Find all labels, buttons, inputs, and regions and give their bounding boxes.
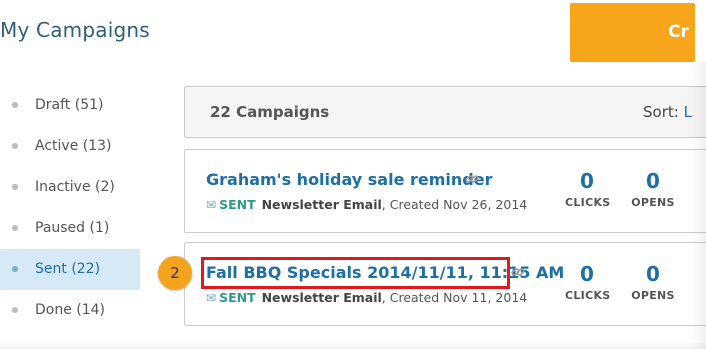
clicks-count: 0 xyxy=(580,169,594,193)
campaign-meta: ✉ SENT Newsletter Email, Created Nov 11, 2… xyxy=(206,290,527,305)
sidebar-item-inactive[interactable]: Inactive (2) xyxy=(0,167,140,208)
status-badge: SENT xyxy=(219,197,256,212)
sidebar-item-label: Done (14) xyxy=(35,302,106,318)
sidebar-item-done[interactable]: Done (14) xyxy=(0,290,140,331)
envelope-icon: ✉ xyxy=(206,198,217,212)
opens-label: OPENS xyxy=(631,196,675,209)
list-header: 22 Campaigns Sort: L xyxy=(184,86,706,138)
opens-stat[interactable]: 0 OPENS xyxy=(629,263,677,302)
highlight-box xyxy=(201,257,510,289)
sidebar-item-sent[interactable]: Sent (22) xyxy=(0,249,140,290)
sidebar-item-label: Active (13) xyxy=(35,138,112,154)
campaign-title-link[interactable]: Graham's holiday sale reminder xyxy=(206,170,493,189)
bottom-edge xyxy=(0,342,706,349)
sort-label: Sort: xyxy=(643,103,679,121)
opens-stat[interactable]: 0 OPENS xyxy=(629,170,677,209)
sidebar: Draft (51) Active (13) Inactive (2) Paus… xyxy=(0,85,140,331)
sidebar-item-label: Sent (22) xyxy=(35,261,101,277)
edge-shadow xyxy=(690,62,706,349)
step-badge: 2 xyxy=(158,256,192,290)
opens-label: OPENS xyxy=(631,289,675,302)
bullet-icon xyxy=(12,102,18,108)
page-title: My Campaigns xyxy=(0,18,150,42)
clicks-stat[interactable]: 0 CLICKS xyxy=(565,169,611,209)
campaign-count: 22 Campaigns xyxy=(210,103,330,121)
bullet-icon xyxy=(12,225,18,231)
sidebar-item-label: Inactive (2) xyxy=(35,179,115,195)
campaign-type: Newsletter Email xyxy=(261,290,382,305)
campaign-type: Newsletter Email xyxy=(261,197,382,212)
clicks-label: CLICKS xyxy=(565,289,611,302)
bullet-icon xyxy=(12,143,18,149)
clicks-stat[interactable]: 0 CLICKS xyxy=(565,262,611,302)
status-badge: SENT xyxy=(219,290,256,305)
bullet-icon xyxy=(12,184,18,190)
campaign-meta: ✉ SENT Newsletter Email, Created Nov 26, 2… xyxy=(206,197,527,212)
sort-control[interactable]: Sort: L xyxy=(643,103,692,121)
link-icon[interactable] xyxy=(465,173,479,185)
sidebar-item-paused[interactable]: Paused (1) xyxy=(0,208,140,249)
envelope-icon: ✉ xyxy=(206,291,217,305)
bullet-icon xyxy=(12,307,18,313)
created-date: , Created Nov 26, 2014 xyxy=(381,197,528,212)
clicks-count: 0 xyxy=(580,262,594,286)
sidebar-item-label: Draft (51) xyxy=(35,97,104,113)
sidebar-item-draft[interactable]: Draft (51) xyxy=(0,85,140,126)
opens-count: 0 xyxy=(646,262,660,286)
opens-count: 0 xyxy=(646,169,660,193)
sidebar-item-label: Paused (1) xyxy=(35,220,110,236)
clicks-label: CLICKS xyxy=(565,196,611,209)
campaign-card: Graham's holiday sale reminder ✉ SENT News… xyxy=(184,149,706,233)
sidebar-item-active[interactable]: Active (13) xyxy=(0,126,140,167)
link-icon[interactable] xyxy=(511,266,525,278)
bullet-icon xyxy=(12,266,18,272)
create-campaign-button[interactable]: Cr xyxy=(570,3,695,62)
created-date: , Created Nov 11, 2014 xyxy=(381,290,528,305)
